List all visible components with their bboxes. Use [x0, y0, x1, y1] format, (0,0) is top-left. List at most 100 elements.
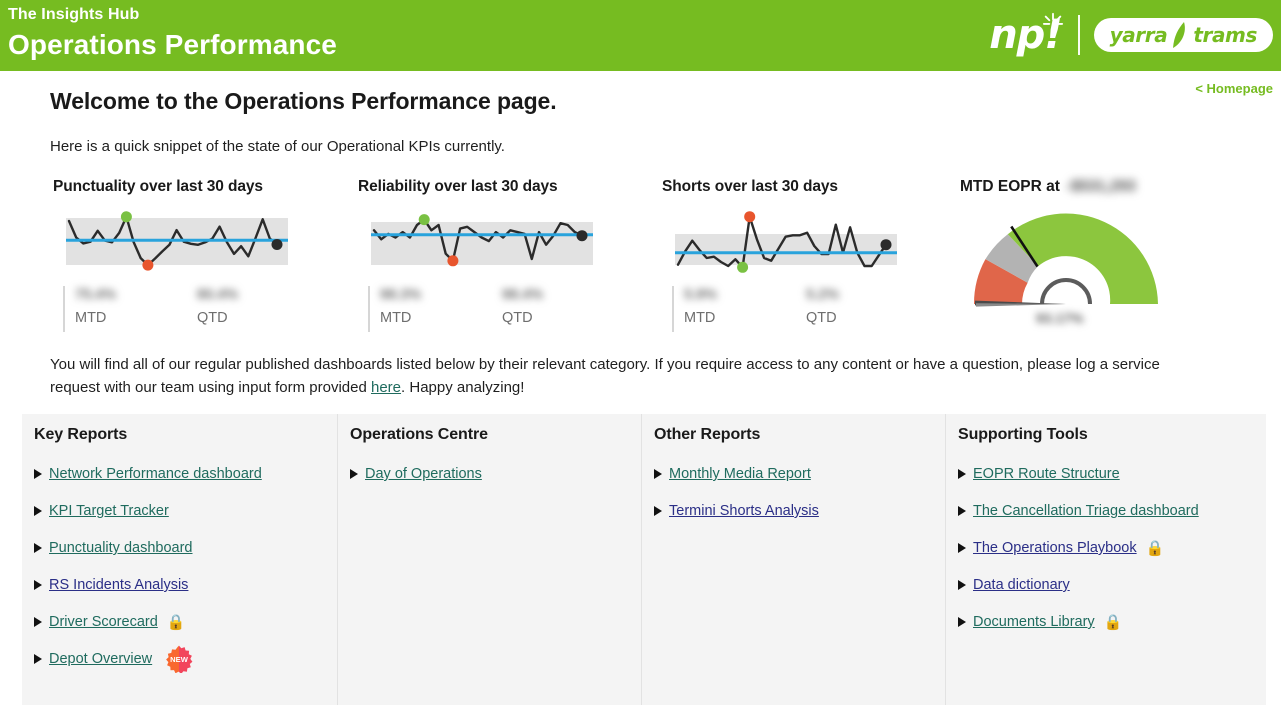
new-badge: NEW: [165, 645, 193, 674]
operations-performance-page: The Insights Hub Operations Performance …: [0, 0, 1281, 712]
kpi-card-shorts: Shorts over last 30 days 5.9% MTD 5.2% Q…: [662, 178, 962, 338]
link-network-performance-dashboard[interactable]: Network Performance dashboard: [49, 466, 262, 482]
link-driver-scorecard[interactable]: Driver Scorecard: [49, 614, 158, 630]
reports-panel: Key Reports Network Performance dashboar…: [22, 414, 1266, 705]
list-item[interactable]: EOPR Route Structure: [958, 464, 1266, 484]
homepage-link[interactable]: < Homepage: [1195, 81, 1273, 96]
brand-divider: [1077, 15, 1080, 55]
svg-text:NEW: NEW: [170, 655, 189, 664]
play-triangle-icon: [958, 580, 966, 590]
gauge-percent: 93.17%: [1036, 310, 1084, 326]
np-logo: np!: [989, 12, 1065, 58]
sparkline-shorts: [672, 208, 900, 276]
kpi-qtd-value: 80.4%: [197, 287, 239, 303]
list-item[interactable]: RS Incidents Analysis: [34, 575, 337, 595]
kpi-mtd-label: MTD: [75, 310, 107, 326]
link-operations-playbook[interactable]: The Operations Playbook: [973, 540, 1137, 556]
kpi-qtd-label: QTD: [502, 310, 533, 326]
lock-icon: 🔒: [166, 613, 186, 631]
kpi-footer: 5.9% MTD 5.2% QTD: [672, 286, 962, 332]
kpi-mtd-label: MTD: [380, 310, 412, 326]
link-day-of-operations[interactable]: Day of Operations: [365, 466, 482, 482]
play-triangle-icon: [34, 506, 42, 516]
play-triangle-icon: [34, 654, 42, 664]
kpi-qtd-value: 98.4%: [502, 287, 544, 303]
sparkline-punctuality: [63, 208, 291, 276]
kpi-qtd-label: QTD: [197, 310, 228, 326]
page-title: Operations Performance: [8, 29, 337, 60]
column-supporting-tools: Supporting Tools EOPR Route Structure Th…: [946, 414, 1266, 705]
play-triangle-icon: [958, 506, 966, 516]
header-subtitle: The Insights Hub: [8, 6, 140, 23]
yarra-trams-logo: yarra trams: [1093, 18, 1273, 52]
kpi-card-reliability: Reliability over last 30 days 98.3% MTD: [358, 178, 658, 338]
list-item[interactable]: The Operations Playbook 🔒: [958, 538, 1266, 558]
list-item[interactable]: The Cancellation Triage dashboard: [958, 501, 1266, 521]
list-item[interactable]: Documents Library 🔒: [958, 612, 1266, 632]
list-item[interactable]: Network Performance dashboard: [34, 464, 337, 484]
link-cancellation-triage-dashboard[interactable]: The Cancellation Triage dashboard: [973, 503, 1199, 519]
kpi-footer: 98.3% MTD 98.4% QTD: [368, 286, 658, 332]
list-item[interactable]: Depot Overview NEW: [34, 645, 337, 674]
link-punctuality-dashboard[interactable]: Punctuality dashboard: [49, 540, 193, 556]
link-data-dictionary[interactable]: Data dictionary: [973, 577, 1070, 593]
kpi-card-punctuality: Punctuality over last 30 days 75.4% MTD: [53, 178, 353, 338]
page-header: The Insights Hub Operations Performance …: [0, 0, 1281, 71]
kpi-metric-mtd: 5.9% MTD: [684, 286, 806, 332]
list-item[interactable]: Punctuality dashboard: [34, 538, 337, 558]
link-documents-library[interactable]: Documents Library: [973, 614, 1095, 630]
kpi-card-title: Shorts over last 30 days: [662, 178, 838, 195]
play-triangle-icon: [34, 469, 42, 479]
play-triangle-icon: [958, 543, 966, 553]
kpi-card-title: Punctuality over last 30 days: [53, 178, 263, 195]
gauge-chart: [973, 213, 1158, 307]
kpi-metric-qtd: 80.4% QTD: [197, 286, 319, 332]
intro-paragraph: You will find all of our regular publish…: [50, 353, 1175, 399]
welcome-heading: Welcome to the Operations Performance pa…: [50, 88, 557, 114]
column-heading: Supporting Tools: [958, 426, 1088, 443]
list-item[interactable]: Monthly Media Report: [654, 464, 945, 484]
kpi-metric-mtd: 98.3% MTD: [380, 286, 502, 332]
list-item[interactable]: Data dictionary: [958, 575, 1266, 595]
brand-logos: np! yarra trams: [989, 12, 1273, 58]
starburst-icon: [1042, 12, 1063, 25]
list-item[interactable]: KPI Target Tracker: [34, 501, 337, 521]
play-triangle-icon: [34, 580, 42, 590]
kpi-metric-qtd: 5.2% QTD: [806, 286, 928, 332]
link-rs-incidents-analysis[interactable]: RS Incidents Analysis: [49, 577, 188, 593]
list-item[interactable]: Driver Scorecard 🔒: [34, 612, 337, 632]
column-heading: Key Reports: [34, 426, 128, 443]
list-item[interactable]: Day of Operations: [350, 464, 641, 484]
column-key-reports: Key Reports Network Performance dashboar…: [22, 414, 338, 705]
play-triangle-icon: [34, 543, 42, 553]
link-kpi-target-tracker[interactable]: KPI Target Tracker: [49, 503, 169, 519]
leaf-icon: [1173, 21, 1186, 48]
np-logo-text: np: [989, 12, 1045, 58]
kpi-footer: 75.4% MTD 80.4% QTD: [63, 286, 353, 332]
list-item[interactable]: Termini Shorts Analysis: [654, 501, 945, 521]
gauge-title-row: MTD EOPR at -$531,293: [960, 178, 1260, 196]
link-monthly-media-report[interactable]: Monthly Media Report: [669, 466, 811, 482]
kpi-qtd-value: 5.2%: [806, 287, 840, 303]
column-other-reports: Other Reports Monthly Media Report Termi…: [642, 414, 946, 705]
welcome-subtext: Here is a quick snippet of the state of …: [50, 138, 505, 155]
play-triangle-icon: [350, 469, 358, 479]
lock-icon: 🔒: [1103, 613, 1123, 631]
kpi-metric-mtd: 75.4% MTD: [75, 286, 197, 332]
play-triangle-icon: [958, 469, 966, 479]
trams-text: trams: [1193, 22, 1257, 47]
kpi-mtd-label: MTD: [684, 310, 716, 326]
yarra-text: yarra: [1109, 22, 1168, 47]
service-request-link[interactable]: here: [371, 379, 401, 396]
play-triangle-icon: [958, 617, 966, 627]
kpi-qtd-label: QTD: [806, 310, 837, 326]
play-triangle-icon: [34, 617, 42, 627]
link-termini-shorts-analysis[interactable]: Termini Shorts Analysis: [669, 503, 819, 519]
intro-text-part1: You will find all of our regular publish…: [50, 356, 1160, 396]
link-depot-overview[interactable]: Depot Overview: [49, 651, 152, 667]
link-eopr-route-structure[interactable]: EOPR Route Structure: [973, 466, 1120, 482]
kpi-mtd-value: 5.9%: [684, 287, 718, 303]
play-triangle-icon: [654, 506, 662, 516]
kpi-strip: Punctuality over last 30 days 75.4% MTD: [0, 178, 1281, 338]
kpi-card-title: Reliability over last 30 days: [358, 178, 558, 195]
